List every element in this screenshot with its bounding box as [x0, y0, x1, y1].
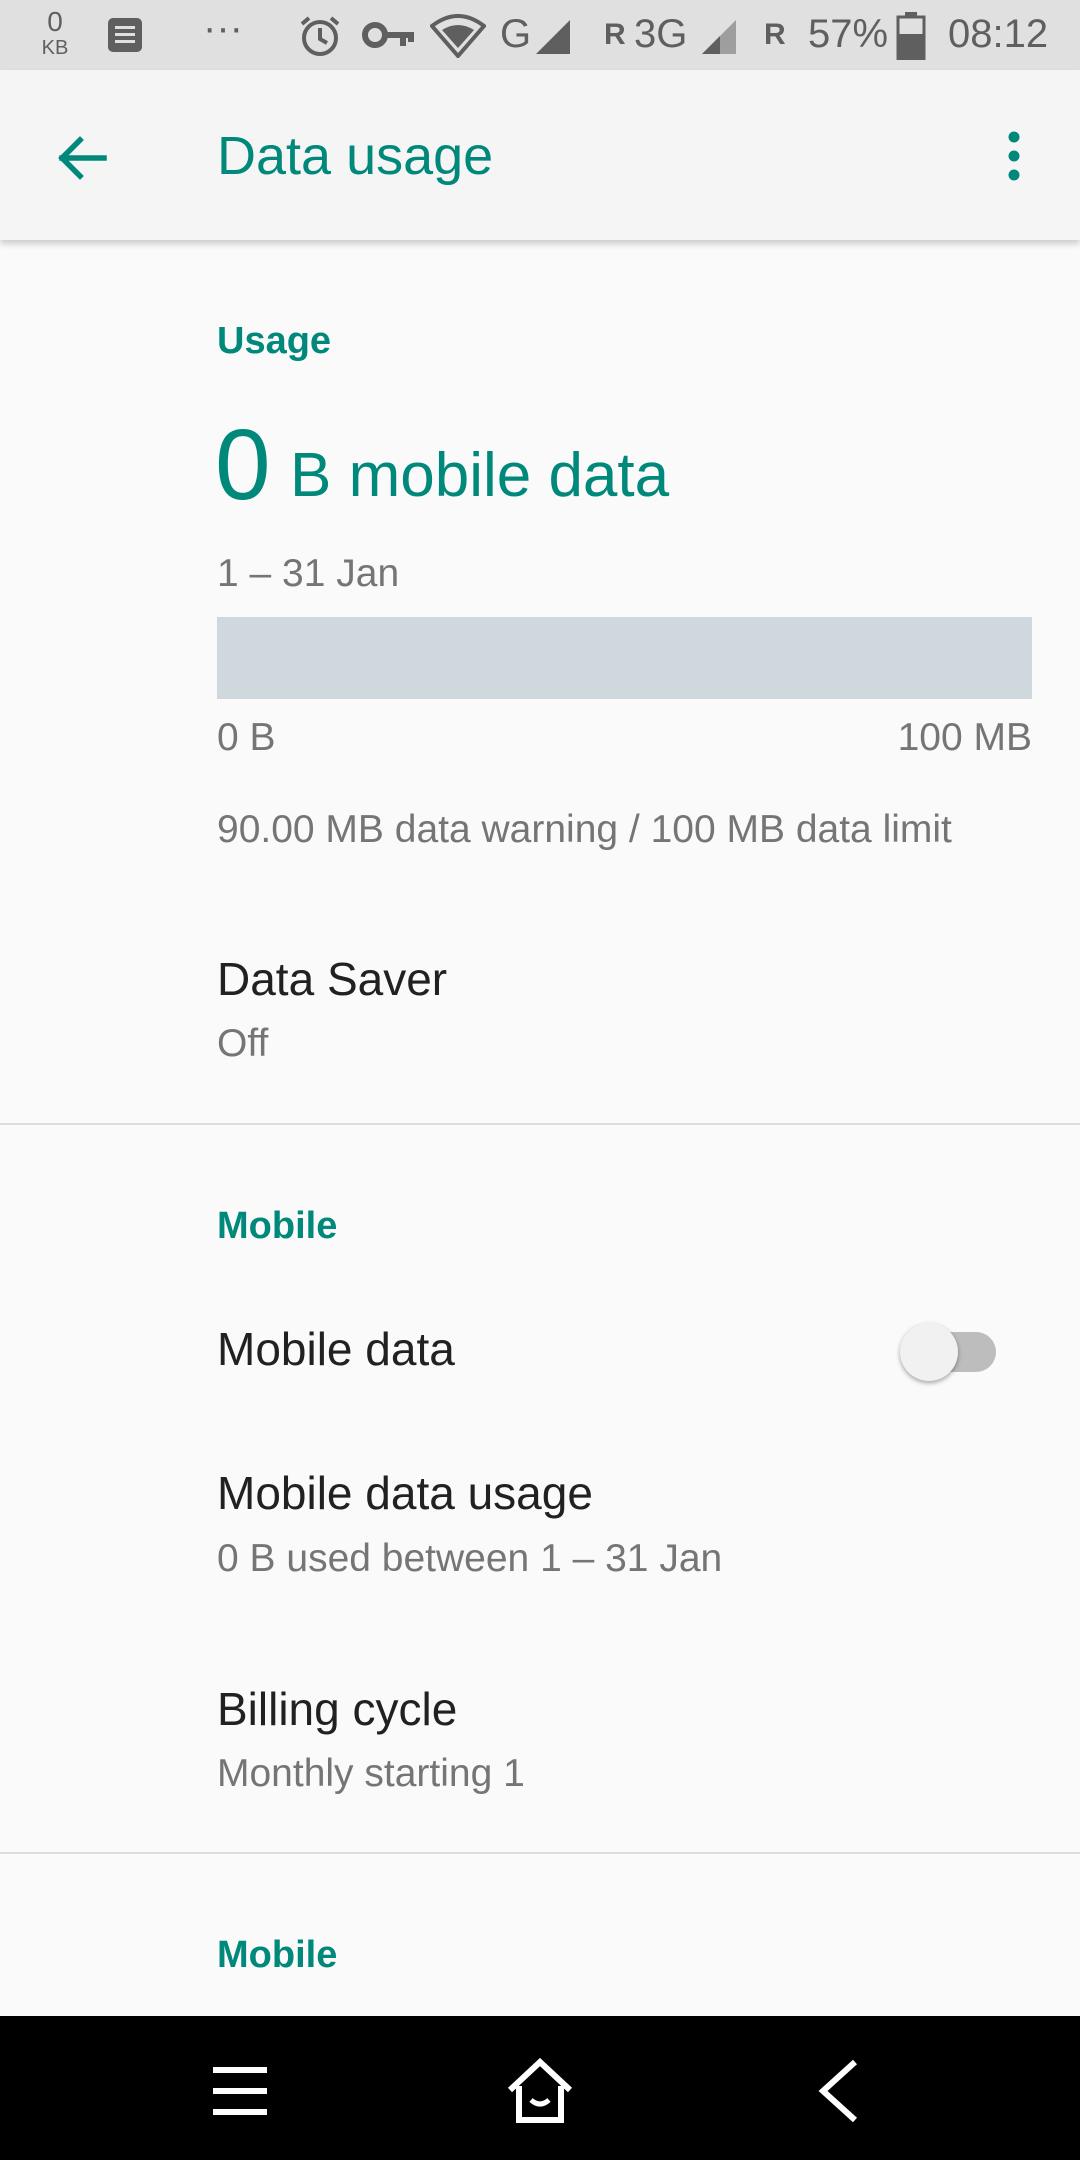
- mobile-data-usage-sub: 0 B used between 1 – 31 Jan: [217, 1537, 723, 1580]
- section-header-usage: Usage: [217, 320, 332, 362]
- net-speed-unit: KB: [41, 37, 69, 59]
- overflow-menu-button[interactable]: [1000, 128, 1028, 188]
- battery-icon: [896, 12, 926, 65]
- alarm-icon: [298, 14, 342, 63]
- network-type-g: G: [500, 12, 532, 56]
- signal-icon: [700, 18, 738, 61]
- notes-icon: [106, 16, 144, 59]
- usage-period: 1 – 31 Jan: [217, 552, 400, 595]
- toggle-thumb: [900, 1323, 958, 1381]
- signal-icon: [534, 18, 572, 61]
- page-title: Data usage: [217, 126, 494, 186]
- vpn-key-icon: [362, 20, 414, 55]
- mobile-data-usage-title: Mobile data usage: [217, 1467, 593, 1519]
- more-vert-icon: [1008, 131, 1020, 181]
- mobile-data-label: Mobile data: [217, 1323, 455, 1375]
- usage-amount: 0: [215, 409, 271, 521]
- usage-amount-unit: B mobile data: [290, 441, 670, 510]
- net-speed: 0 KB: [38, 6, 72, 59]
- data-saver-value: Off: [217, 1022, 269, 1065]
- section-header-mobile: Mobile: [217, 1205, 338, 1247]
- network-type-3g: 3G: [634, 12, 688, 56]
- recents-button[interactable]: [205, 2056, 275, 2126]
- back-icon: [818, 2059, 858, 2123]
- roaming-indicator: R: [764, 18, 786, 51]
- app-bar: Data usage: [0, 70, 1080, 240]
- data-warning-limit-text: 90.00 MB data warning / 100 MB data limi…: [217, 808, 952, 851]
- data-saver-title: Data Saver: [217, 953, 448, 1005]
- section-header-mobile-2: Mobile: [217, 1934, 338, 1976]
- clock: 08:12: [948, 12, 1049, 56]
- usage-bar: [217, 617, 1032, 699]
- divider: [0, 1852, 1080, 1854]
- usage-bar-max-label: 100 MB: [897, 716, 1032, 759]
- mobile-data-toggle[interactable]: [900, 1318, 1000, 1381]
- usage-bar-min-label: 0 B: [217, 716, 276, 759]
- status-bar: 0 KB ··· G R 3G R 57% 08:12: [0, 0, 1080, 70]
- roaming-indicator: R: [604, 18, 626, 51]
- arrow-back-icon: [58, 136, 107, 180]
- wifi-icon: [429, 14, 487, 63]
- battery-percent: 57%: [808, 12, 889, 56]
- billing-cycle-title: Billing cycle: [217, 1683, 458, 1735]
- divider: [0, 1123, 1080, 1125]
- back-button[interactable]: [52, 128, 112, 188]
- home-button[interactable]: [505, 2056, 575, 2126]
- billing-cycle-sub: Monthly starting 1: [217, 1752, 525, 1795]
- nav-back-button[interactable]: [805, 2056, 875, 2126]
- home-icon: [507, 2057, 573, 2123]
- more-notifications: ···: [203, 6, 243, 50]
- navigation-bar: [0, 2016, 1080, 2160]
- net-speed-value: 0: [47, 6, 63, 37]
- recents-icon: [213, 2067, 267, 2115]
